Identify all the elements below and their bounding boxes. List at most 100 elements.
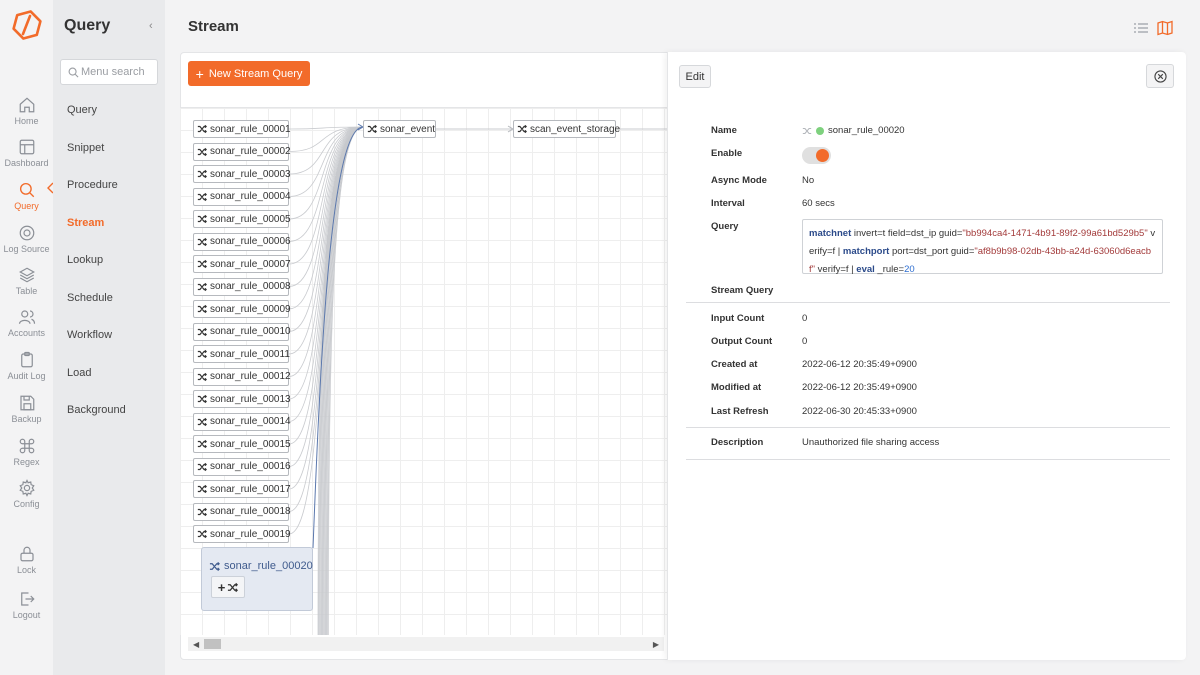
selected-stream-node[interactable]: sonar_rule_00020 +: [201, 547, 313, 611]
stream-detail-panel: [667, 52, 1186, 660]
map-view-icon[interactable]: [1157, 20, 1173, 36]
stream-node-rule[interactable]: sonar_rule_00002: [193, 142, 291, 161]
stream-node-rule[interactable]: sonar_rule_00008: [193, 277, 291, 296]
rail-label: Config: [13, 499, 40, 509]
scroll-left-icon[interactable]: ◀: [193, 640, 199, 649]
stream-node-scan-event-storage[interactable]: scan_event_storage: [513, 120, 620, 138]
rail-label: Audit Log: [7, 371, 46, 381]
node-label: sonar_rule_00017: [210, 483, 291, 495]
menu-title: Query: [64, 17, 111, 34]
menu-item-workflow[interactable]: Workflow: [67, 329, 112, 341]
stream-node-rule[interactable]: sonar_rule_00009: [193, 300, 291, 318]
node-label: sonar_rule_00001: [210, 123, 291, 135]
divider: [686, 459, 1170, 460]
layers-icon: [18, 267, 35, 283]
stream-node-rule[interactable]: sonar_rule_00001: [193, 120, 291, 138]
stream-node-rule[interactable]: sonar_rule_00010: [193, 322, 291, 341]
app-logo-icon[interactable]: [11, 9, 43, 41]
shuffle-icon: [197, 124, 207, 134]
menu-item-snippet[interactable]: Snippet: [67, 142, 104, 154]
menu-item-lookup[interactable]: Lookup: [67, 254, 103, 266]
rail-item-backup[interactable]: Backup: [0, 394, 53, 424]
graph-horizontal-scrollbar[interactable]: ◀ ▶: [188, 637, 664, 651]
stream-node-rule[interactable]: sonar_rule_00018: [193, 502, 291, 521]
stream-node-rule[interactable]: sonar_rule_00012: [193, 367, 291, 386]
menu-item-procedure[interactable]: Procedure: [67, 179, 118, 191]
stream-node-rule[interactable]: sonar_rule_00015: [193, 435, 291, 453]
stream-node-rule[interactable]: sonar_rule_00005: [193, 210, 291, 228]
gear-icon: [18, 479, 35, 497]
add-stream-button[interactable]: +: [211, 576, 245, 598]
rail-item-dashboard[interactable]: Dashboard: [0, 138, 53, 168]
rail-item-accounts[interactable]: Accounts: [0, 308, 53, 338]
scroll-right-icon[interactable]: ▶: [653, 640, 659, 649]
rail-label: Log Source: [3, 244, 50, 254]
node-label: sonar_rule_00019: [210, 528, 291, 540]
interval-label: Interval: [711, 198, 745, 209]
name-value: sonar_rule_00020: [802, 125, 905, 136]
collapse-menu-button[interactable]: ‹: [149, 20, 153, 32]
node-label: sonar_rule_00014: [210, 416, 291, 427]
rail-item-table[interactable]: Table: [0, 266, 53, 296]
menu-item-schedule[interactable]: Schedule: [67, 292, 113, 304]
query-text: verify=f |: [815, 264, 857, 275]
menu-panel: Query ‹ Query Snippet Procedure Stream L…: [53, 0, 165, 675]
stream-node-rule[interactable]: sonar_rule_00006: [193, 232, 291, 251]
stream-node-rule[interactable]: sonar_rule_00003: [193, 165, 291, 183]
menu-item-stream[interactable]: Stream: [67, 217, 104, 229]
menu-item-background[interactable]: Background: [67, 404, 126, 416]
stream-node-rule[interactable]: sonar_rule_00007: [193, 255, 291, 273]
shuffle-icon: [197, 529, 207, 539]
stream-node-rule[interactable]: sonar_rule_00011: [193, 345, 290, 363]
rail-item-config[interactable]: Config: [0, 479, 53, 509]
home-icon: [19, 97, 34, 113]
edge-line: [288, 126, 364, 220]
shuffle-icon: [197, 282, 207, 291]
description-value: Unauthorized file sharing access: [802, 437, 940, 448]
scrollbar-thumb[interactable]: [204, 639, 221, 649]
menu-search-input[interactable]: [81, 64, 155, 80]
rail-item-home[interactable]: Home: [0, 96, 53, 126]
stream-node-rule[interactable]: sonar_rule_00013: [193, 390, 291, 408]
users-icon: [18, 310, 35, 324]
rail-label: Lock: [16, 565, 36, 575]
node-label: sonar_rule_00002: [210, 146, 291, 157]
rail-item-log-source[interactable]: Log Source: [0, 224, 53, 254]
query-command: eval: [856, 264, 875, 275]
node-label: sonar_rule_00016: [210, 461, 291, 472]
menu-item-query[interactable]: Query: [67, 104, 97, 116]
output-count-value: 0: [802, 336, 808, 347]
stream-node-rule[interactable]: sonar_rule_00019: [193, 525, 291, 543]
icon-rail: Home Dashboard Query Log Source Table Ac…: [0, 0, 54, 675]
close-panel-button[interactable]: [1146, 64, 1174, 88]
stream-node-rule[interactable]: sonar_rule_00004: [193, 187, 291, 206]
shuffle-icon: [197, 417, 207, 426]
enable-toggle[interactable]: [802, 147, 831, 164]
shuffle-icon: [367, 124, 377, 134]
new-stream-query-button[interactable]: + New Stream Query: [188, 61, 310, 86]
stream-node-sonar-event[interactable]: sonar_event: [363, 120, 436, 138]
rail-label: Query: [14, 201, 39, 211]
rail-label: Table: [15, 286, 38, 296]
node-label: sonar_rule_00010: [210, 326, 291, 337]
edit-button[interactable]: Edit: [679, 65, 711, 88]
rail-item-logout[interactable]: Logout: [0, 590, 53, 620]
lock-icon: [19, 546, 34, 562]
query-guid: "bb994ca4-1471-4b91-89f2-99a61bd529b5": [962, 228, 1148, 239]
rail-item-audit-log[interactable]: Audit Log: [0, 351, 53, 381]
rail-item-regex[interactable]: Regex: [0, 437, 53, 467]
query-textarea[interactable]: matchnet invert=t field=dst_ip guid="bb9…: [802, 219, 1163, 275]
rail-item-lock[interactable]: Lock: [0, 545, 53, 575]
stream-node-rule[interactable]: sonar_rule_00016: [193, 457, 291, 476]
divider: [686, 302, 1170, 303]
stream-node-rule[interactable]: sonar_rule_00017: [193, 480, 291, 498]
list-view-icon[interactable]: [1133, 20, 1149, 36]
menu-item-load[interactable]: Load: [67, 367, 91, 379]
stream-node-rule[interactable]: sonar_rule_00014: [193, 412, 291, 431]
shuffle-icon: [197, 484, 207, 494]
query-label: Query: [711, 221, 739, 232]
shuffle-icon: [197, 372, 207, 381]
rail-label: Dashboard: [4, 158, 49, 168]
enable-label: Enable: [711, 148, 743, 159]
query-text: port=dst_port guid=: [889, 246, 975, 257]
